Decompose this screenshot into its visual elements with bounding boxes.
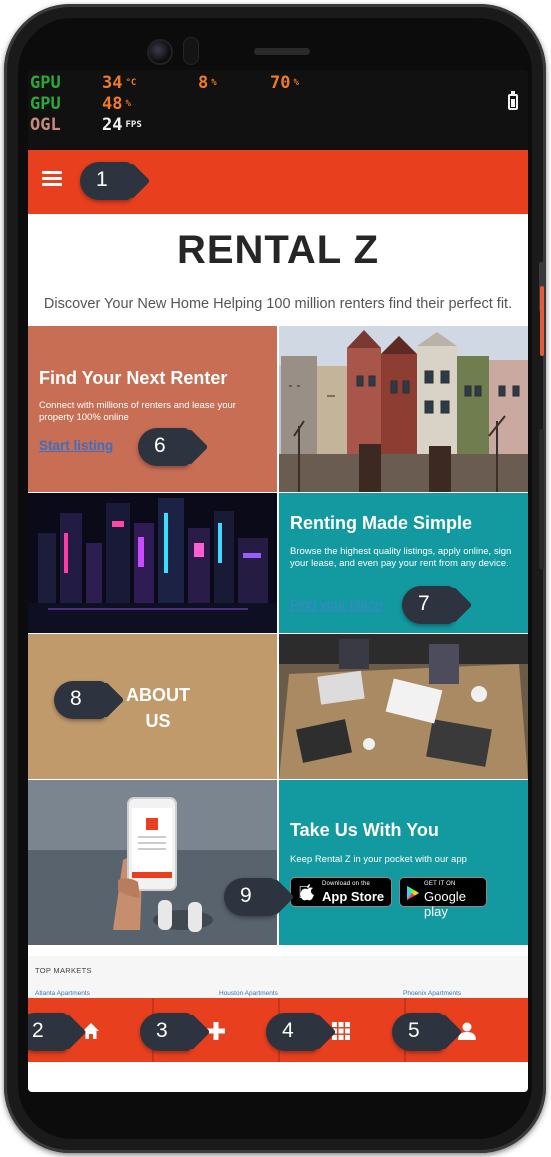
gpu1-label: GPU — [30, 73, 61, 93]
callout-2-number: 2 — [32, 1019, 44, 1042]
office-meeting-image — [279, 634, 528, 779]
gpu1-temp-unit: °C — [125, 78, 137, 88]
office-meeting-illustration — [279, 634, 528, 779]
callout-6-number: 6 — [154, 434, 166, 457]
find-renter-card: Find Your Next Renter Connect with milli… — [28, 326, 277, 492]
app-store-button[interactable]:  Download on the App Store — [290, 877, 392, 907]
top-markets-heading: TOP MARKETS — [35, 966, 92, 975]
gpu1-mem: 70% — [270, 73, 299, 93]
app-store-big-text: App Store — [322, 889, 385, 904]
take-us-card: Take Us With You Keep Rental Z in your p… — [279, 780, 528, 945]
market-link-phoenix[interactable]: Phoenix Apartments — [403, 990, 461, 997]
start-listing-link[interactable]: Start listing — [39, 438, 113, 453]
city-buildings-image — [279, 326, 528, 492]
gpu2-unit: % — [125, 99, 131, 109]
hand-phone-illustration — [28, 780, 277, 945]
callout-1-number: 1 — [96, 168, 108, 191]
callout-5-number: 5 — [408, 1019, 420, 1042]
page-title: RENTAL Z — [176, 228, 380, 272]
battery-icon — [508, 91, 518, 110]
city-buildings-illustration — [279, 326, 528, 492]
app-store-small-text: Download on the — [322, 881, 371, 887]
fps-number: 24 — [102, 115, 123, 135]
fps-unit: FPS — [125, 120, 142, 130]
ogl-label: OGL — [30, 115, 61, 135]
about-us-line1: ABOUT — [126, 685, 190, 705]
google-play-button[interactable]: GET IT ON Google play — [399, 877, 487, 919]
apple-logo — [300, 884, 314, 901]
gpu1-temp-value: 34 — [102, 73, 123, 93]
night-city-illustration — [28, 493, 277, 633]
callout-3-number: 3 — [156, 1019, 168, 1042]
app-viewport: RENTAL Z Discover Your New Home Helping … — [28, 150, 528, 1092]
gpu1-load-value: 8 — [198, 73, 209, 93]
gpu1-load-unit: % — [211, 78, 217, 88]
google-play-big-text: Google play — [424, 889, 466, 919]
gpu1-mem-unit: % — [293, 78, 299, 88]
gpu1-load: 8% — [198, 73, 217, 93]
proximity-sensor — [184, 38, 198, 64]
renting-simple-description: Browse the highest quality listings, app… — [290, 546, 512, 569]
gpu2-value: 48% — [102, 94, 131, 114]
earpiece-speaker — [254, 48, 310, 55]
renting-simple-heading: Renting Made Simple — [290, 513, 473, 533]
front-camera — [149, 41, 171, 63]
plus-icon — [207, 1022, 225, 1040]
find-renter-heading: Find Your Next Renter — [39, 368, 228, 388]
market-link-atlanta[interactable]: Atlanta Apartments — [35, 990, 90, 997]
find-your-place-link[interactable]: Find your place — [290, 597, 382, 612]
callout-4-number: 4 — [282, 1019, 294, 1042]
take-us-description: Keep Rental Z in your pocket with our ap… — [290, 854, 467, 865]
about-us-line2: US — [145, 711, 171, 731]
power-button — [540, 286, 544, 356]
performance-overlay: GPU 34 °C 8% 70% GPU 48% OGL 24 FPS — [28, 70, 528, 150]
callout-8-number: 8 — [70, 687, 82, 710]
side-button — [539, 429, 544, 569]
market-link-houston[interactable]: Houston Apartments — [219, 990, 278, 997]
google-play-icon — [407, 886, 419, 900]
night-city-image — [28, 493, 277, 633]
google-play-small-text: GET IT ON — [424, 881, 456, 887]
hamburger-menu-icon[interactable] — [42, 171, 62, 187]
about-us-label: ABOUT US — [113, 682, 203, 734]
gpu1-temp: 34 °C — [102, 73, 136, 93]
gpu2-value-number: 48 — [102, 94, 123, 114]
screen: GPU 34 °C 8% 70% GPU 48% OGL 24 FPS RENTAL… — [28, 70, 528, 1092]
hand-phone-image — [28, 780, 277, 945]
take-us-heading: Take Us With You — [290, 820, 439, 840]
callout-9-number: 9 — [240, 884, 252, 907]
gpu2-label: GPU — [30, 94, 61, 114]
gpu1-mem-value: 70 — [270, 73, 291, 93]
callout-7-number: 7 — [418, 592, 430, 615]
tagline: Discover Your New Home Helping 100 milli… — [43, 296, 513, 312]
fps-value: 24 FPS — [102, 115, 142, 135]
find-renter-description: Connect with millions of renters and lea… — [39, 400, 236, 423]
